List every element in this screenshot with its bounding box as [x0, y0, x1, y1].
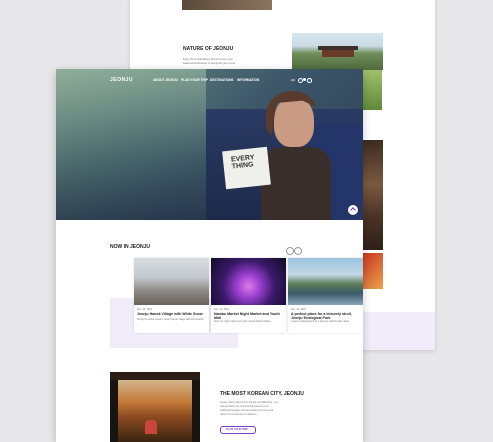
language-selector[interactable]: EN: [291, 78, 295, 82]
section-title-now: NOW IN JEONJU: [110, 244, 151, 250]
news-card[interactable]: Dec. 20. 2023 Jeonju Hanok Village with …: [134, 258, 209, 333]
card-image-night-market: [211, 258, 286, 305]
news-card[interactable]: Dec. 20. 2023 Nambu Market Night Market …: [211, 258, 286, 333]
korean-body-line: offers rich experiences to travelers.: [220, 413, 258, 416]
hero-book: EVERY THING: [222, 146, 271, 190]
hero-book-text: EVERY THING: [230, 154, 255, 171]
news-card[interactable]: Dec. 20. 2023 A perfect place for a leis…: [288, 258, 363, 333]
card-desc: A quiet ecological park for a leisurely …: [291, 321, 350, 323]
card-desc: During the winter season, Jeonju Hanok V…: [137, 319, 204, 321]
card-image-snow-village: [134, 258, 209, 305]
nav-about[interactable]: ABOUT JEONJU: [153, 78, 178, 82]
top-image: [182, 0, 272, 10]
card-image-ecological-park: [288, 258, 363, 305]
card-desc: Enjoy the night market and youth mall at…: [214, 321, 272, 323]
nav-destinations[interactable]: DESTINATIONS: [210, 78, 234, 82]
scroll-top-button[interactable]: [348, 205, 358, 215]
side-image-1: [362, 140, 383, 250]
hero-image: EVERY THING: [56, 69, 363, 220]
share-icon[interactable]: [303, 78, 306, 81]
section-title-korean: THE MOST KOREAN CITY, JEONJU: [220, 391, 304, 397]
nature-body-line: seasonal landscapes of Jeonju all year r…: [183, 62, 236, 65]
side-image-2: [362, 253, 383, 289]
nature-title: NATURE OF JEONJU: [183, 46, 234, 52]
card-title: A perfect place for a leisurely stroll, …: [291, 312, 352, 320]
card-title: Nambu Market Night Market and Youth Mall: [214, 312, 280, 320]
hanok-image: [110, 372, 200, 442]
arrow-icon: [350, 207, 356, 213]
logo[interactable]: JEONJU: [110, 77, 133, 83]
front-page: EVERY THING JEONJU ABOUT JEONJU PLAN YOU…: [56, 69, 363, 442]
carousel-next-button[interactable]: [294, 247, 302, 255]
search-icon[interactable]: [307, 78, 312, 83]
nature-image-1: [292, 33, 383, 70]
plan-trip-button-label: PLAN YOUR TRIP: [226, 428, 248, 432]
nav-information[interactable]: INFORMATION: [237, 78, 259, 82]
card-title: Jeonju Hanok Village with White Snow: [137, 312, 203, 316]
plan-trip-button[interactable]: PLAN YOUR TRIP: [220, 426, 256, 434]
carousel-prev-button[interactable]: [286, 247, 294, 255]
nav-plan[interactable]: PLAN YOUR TRIP: [181, 78, 208, 82]
